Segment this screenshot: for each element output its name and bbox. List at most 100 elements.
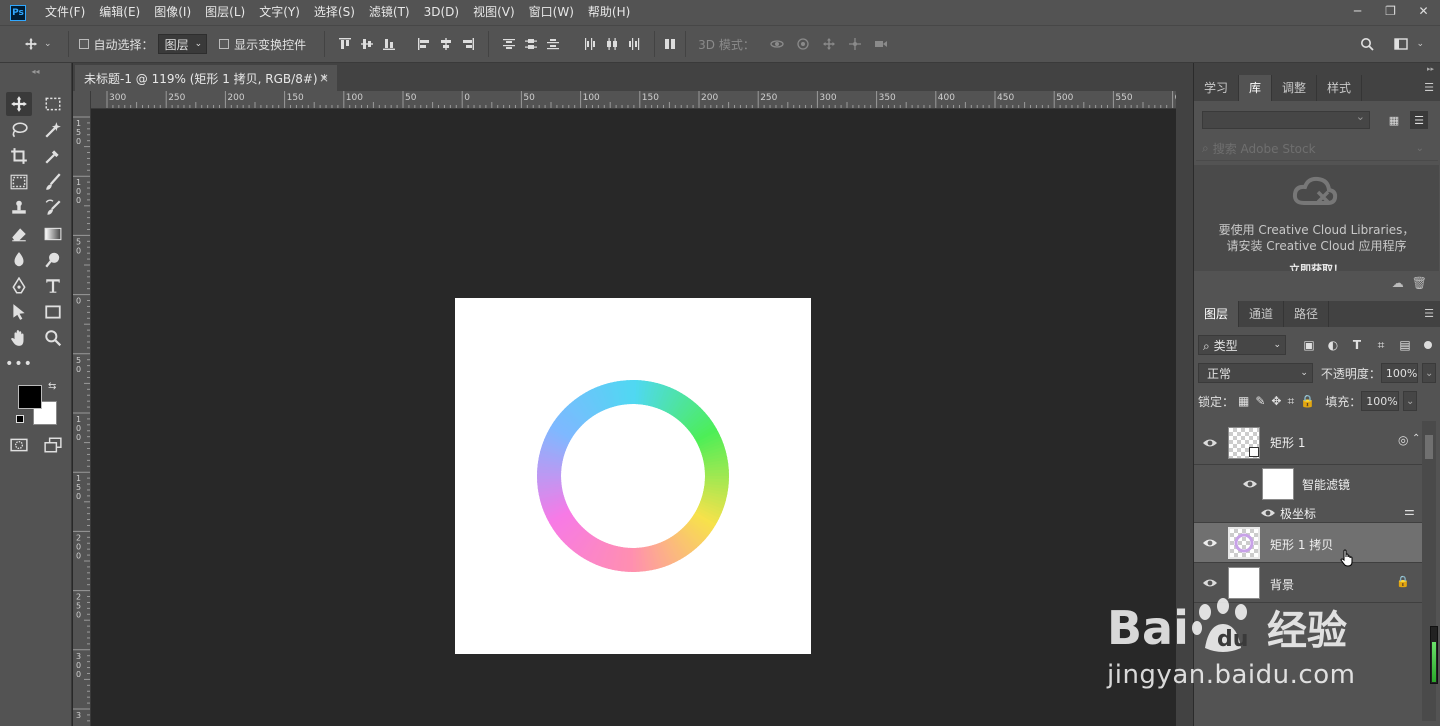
menu-edit[interactable]: 编辑(E) [92,0,147,25]
menu-image[interactable]: 图像(I) [147,0,198,25]
history-brush-tool[interactable] [40,196,66,220]
panel-menu-icon[interactable]: ☰ [1424,81,1434,94]
scroll-thumb[interactable] [1425,435,1433,459]
document-canvas[interactable] [455,298,811,654]
show-transform-checkbox[interactable]: 显示变换控件 [219,36,306,53]
gradient-tool[interactable] [40,222,66,246]
lasso-tool[interactable] [6,118,32,142]
lock-artboard-icon[interactable]: ⌗ [1287,394,1294,409]
layer-row[interactable]: 矩形 1 ◎ ⌃ [1194,421,1422,465]
zoom-tool[interactable] [40,326,66,350]
magic-wand-tool[interactable] [40,118,66,142]
list-view-button[interactable]: ☰ [1410,111,1428,129]
menu-view[interactable]: 视图(V) [466,0,522,25]
tab-adjustments[interactable]: 调整 [1272,75,1318,101]
quick-mask-button[interactable] [6,433,32,457]
vertical-ruler[interactable]: 150100500501001502002503003 [73,91,91,726]
restore-button[interactable]: ❐ [1374,0,1407,22]
frame-tool[interactable] [6,170,32,194]
menu-help[interactable]: 帮助(H) [581,0,637,25]
filter-pixel-button[interactable]: ▣ [1300,336,1318,354]
document-tab[interactable]: 未标题-1 @ 119% (矩形 1 拷贝, RGB/8#) * × [75,65,337,91]
distribute-hcenter-button[interactable] [603,35,621,53]
distribute-bottom-button[interactable] [544,35,562,53]
eye-icon[interactable] [1260,505,1276,521]
layer-row-selected[interactable]: 矩形 1 拷贝 [1194,523,1422,567]
eye-icon[interactable] [1202,435,1218,451]
layer-filter-dropdown[interactable]: ⌕ 类型 ⌄ [1198,335,1286,355]
collapse-arrow-icon[interactable]: ⌃ [1412,433,1420,444]
distribute-top-button[interactable] [500,35,518,53]
move-tool[interactable] [6,92,32,116]
horizontal-ruler[interactable]: 300 250 200 150 100 50 0 50 100 150 200 250 300 350 40… [91,91,1176,109]
filter-adjustment-button[interactable]: ◐ [1324,336,1342,354]
lock-icon[interactable]: 🔒 [1396,575,1410,588]
3d-roll-button[interactable] [794,35,812,53]
lock-all-icon[interactable]: 🔒 [1300,394,1315,408]
trash-icon[interactable]: 🗑 [1412,276,1427,290]
panel-collapse-icon[interactable]: ◂◂ [0,63,71,79]
distribute-vcenter-button[interactable] [522,35,540,53]
opacity-input[interactable]: 100% [1380,363,1419,383]
auto-select-target-dropdown[interactable]: 图层 ⌄ [157,34,208,54]
close-tab-icon[interactable]: × [319,71,329,85]
swap-colors-icon[interactable]: ⇆ [48,381,56,392]
3d-orbit-button[interactable] [768,35,786,53]
chevron-down-icon[interactable]: ⌄ [1416,39,1424,49]
menu-window[interactable]: 窗口(W) [522,0,581,25]
tab-learn[interactable]: 学习 [1194,75,1240,101]
eraser-tool[interactable] [6,222,32,246]
lock-position-icon[interactable]: ✥ [1271,394,1281,408]
menu-3d[interactable]: 3D(D) [417,0,466,25]
canvas-vertical-scrollbar[interactable] [1176,91,1193,726]
close-window-button[interactable]: ✕ [1407,0,1440,22]
dodge-tool[interactable] [40,248,66,272]
crop-tool[interactable] [6,144,32,168]
eye-icon[interactable] [1242,476,1258,492]
hand-tool[interactable] [6,326,32,350]
stamp-tool[interactable] [6,196,32,220]
3d-scale-button[interactable] [872,35,890,53]
filter-toggle-icon[interactable] [1424,341,1432,349]
path-selection-tool[interactable] [6,300,32,324]
opacity-dropdown-arrow[interactable]: ⌄ [1422,363,1436,383]
fill-input[interactable]: 100% [1361,391,1400,411]
tab-styles[interactable]: 样式 [1317,75,1363,101]
move-tool-preset-button[interactable] [20,35,42,53]
menu-file[interactable]: 文件(F) [38,0,92,25]
lock-paint-icon[interactable]: ✎ [1255,394,1265,408]
tab-paths[interactable]: 路径 [1284,301,1330,327]
panel-menu-icon[interactable]: ☰ [1424,307,1434,320]
filter-type-button[interactable]: T [1348,336,1366,354]
tab-libraries[interactable]: 库 [1239,75,1273,101]
filter-smart-object-button[interactable]: ▤ [1396,336,1414,354]
menu-filter[interactable]: 滤镜(T) [362,0,417,25]
fill-dropdown-arrow[interactable]: ⌄ [1403,391,1418,411]
distribute-left-button[interactable] [581,35,599,53]
workspace-button[interactable] [1392,35,1410,53]
filter-options-icon[interactable]: ⚌ [1404,504,1415,518]
align-vcenter-button[interactable] [358,35,376,53]
minimize-button[interactable]: ─ [1341,0,1374,22]
menu-layer[interactable]: 图层(L) [198,0,252,25]
canvas-area[interactable] [91,109,1176,726]
grid-view-button[interactable]: ▦ [1385,111,1403,129]
eye-icon[interactable] [1202,575,1218,591]
align-bottom-button[interactable] [380,35,398,53]
lock-transparency-icon[interactable]: ▦ [1238,394,1249,408]
marquee-tool[interactable] [40,92,66,116]
pen-tool[interactable] [6,274,32,298]
align-right-button[interactable] [459,35,477,53]
align-top-button[interactable] [336,35,354,53]
layer-row[interactable]: 背景 🔒 [1194,563,1422,603]
align-left-button[interactable] [415,35,433,53]
brush-tool[interactable] [40,170,66,194]
3d-slide-button[interactable] [846,35,864,53]
get-it-now-link[interactable]: 立即获取！ [1194,261,1439,271]
auto-select-checkbox[interactable]: 自动选择： [78,36,154,53]
3d-pan-button[interactable] [820,35,838,53]
checkbox-box[interactable] [78,39,89,49]
screen-mode-button[interactable] [40,433,66,457]
tab-layers[interactable]: 图层 [1194,301,1240,327]
menu-type[interactable]: 文字(Y) [252,0,307,25]
